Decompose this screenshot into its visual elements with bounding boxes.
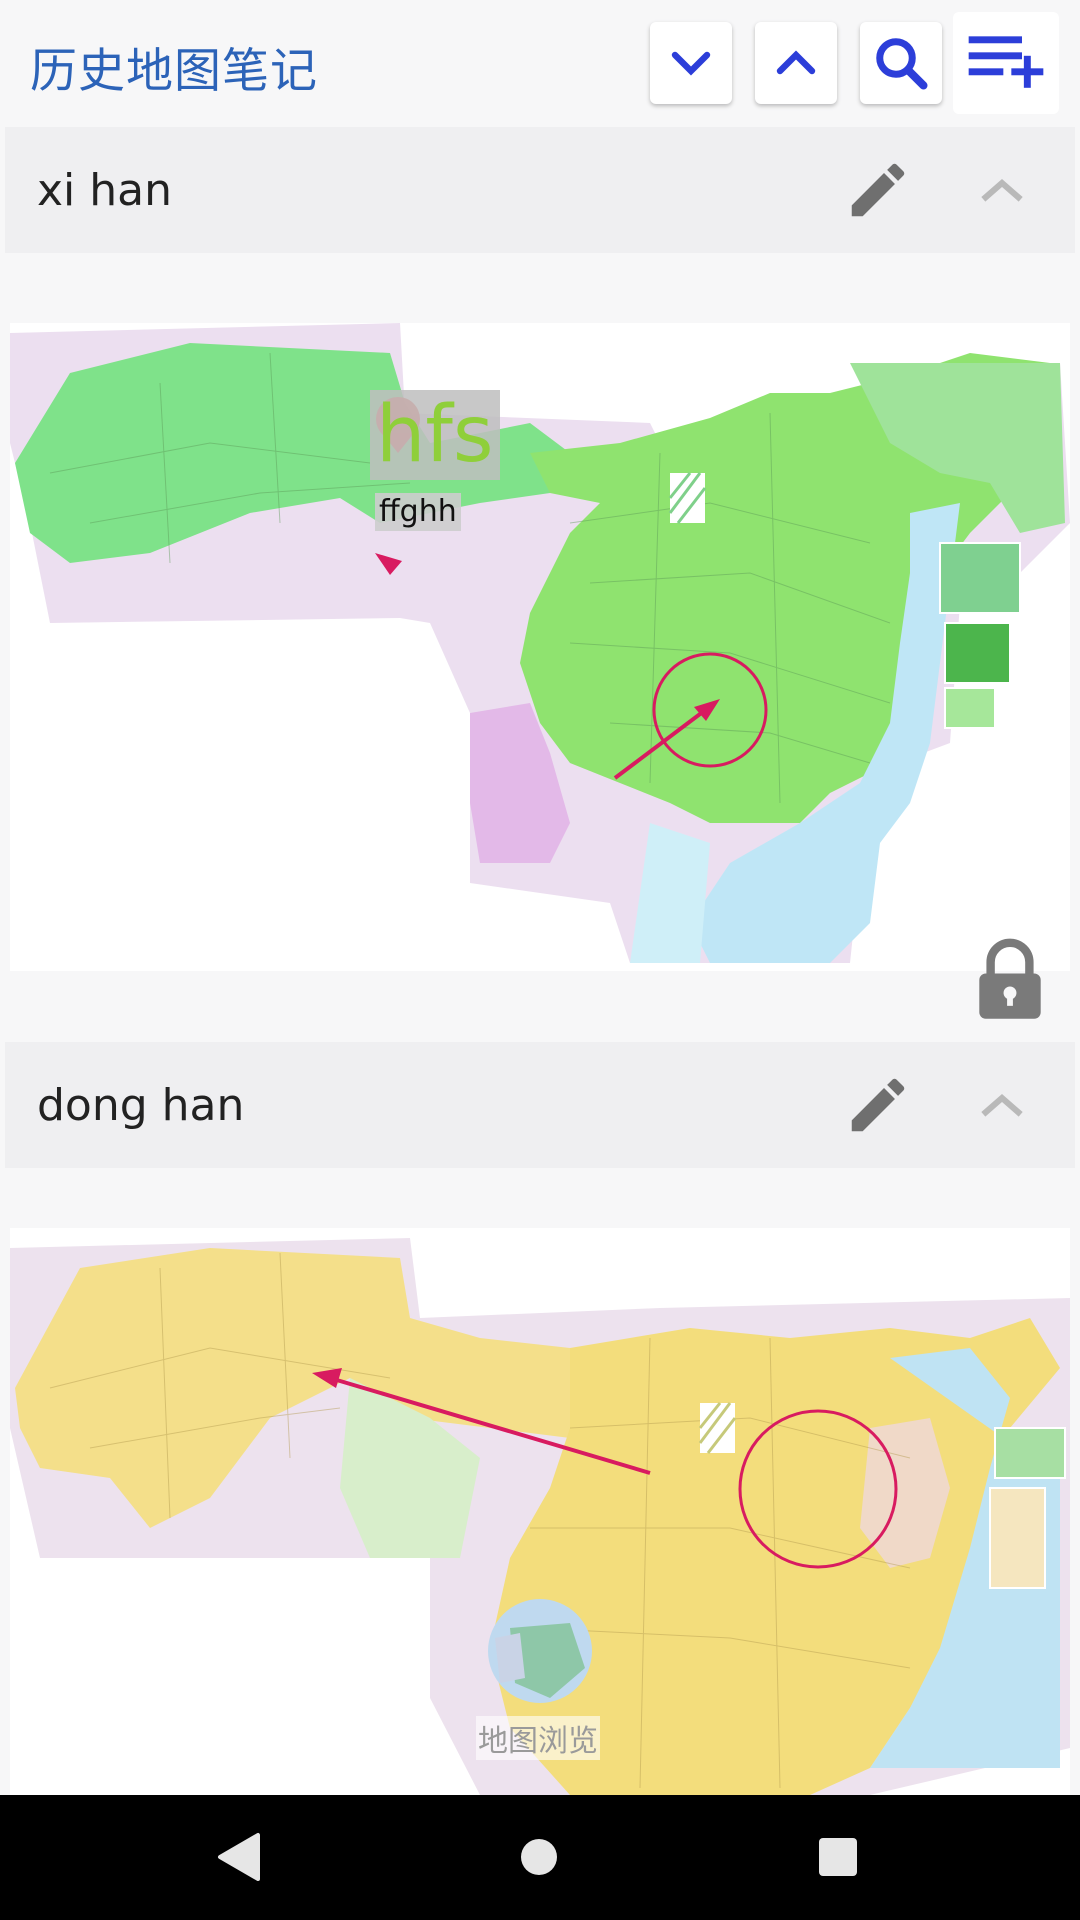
move-up-button[interactable] — [755, 22, 837, 104]
home-circle-icon — [521, 1839, 557, 1875]
map-image-xi-han[interactable]: hfs ffghh — [10, 323, 1070, 971]
map-image-dong-han[interactable]: 地图浏览 — [10, 1228, 1070, 1795]
note-title: dong han — [37, 1080, 245, 1131]
recents-button[interactable] — [806, 1825, 870, 1889]
move-down-button[interactable] — [650, 22, 732, 104]
chevron-down-icon — [671, 51, 711, 76]
back-button[interactable] — [206, 1825, 270, 1889]
search-icon — [876, 38, 928, 90]
collapse-button[interactable] — [967, 1070, 1037, 1140]
playlist-add-icon — [968, 36, 1044, 88]
chevron-up-icon — [981, 1093, 1023, 1117]
pencil-icon — [851, 1078, 905, 1132]
lock-icon — [979, 938, 1041, 1019]
note-header-dong-han[interactable]: dong han — [5, 1042, 1075, 1168]
edit-button[interactable] — [843, 155, 913, 225]
app-title: 历史地图笔记 — [30, 44, 318, 99]
pencil-icon — [851, 163, 905, 217]
home-button[interactable] — [507, 1825, 571, 1889]
collapse-button[interactable] — [967, 155, 1037, 225]
search-button[interactable] — [860, 22, 942, 104]
map-marker-label: hfs — [370, 390, 500, 480]
map-marker-sublabel: ffghh — [375, 493, 461, 531]
map-browse-label[interactable]: 地图浏览 — [476, 1716, 600, 1760]
recents-square-icon — [819, 1838, 857, 1876]
chevron-up-icon — [981, 178, 1023, 202]
note-header-xi-han[interactable]: xi han — [5, 127, 1075, 253]
chevron-up-icon — [776, 50, 816, 75]
app-bar: 历史地图笔记 — [0, 0, 1080, 125]
edit-button[interactable] — [843, 1070, 913, 1140]
back-triangle-icon — [218, 1833, 260, 1881]
note-title: xi han — [37, 165, 172, 216]
add-note-button[interactable] — [953, 12, 1059, 114]
lock-button[interactable] — [970, 938, 1050, 1022]
system-nav-bar — [0, 1795, 1080, 1920]
